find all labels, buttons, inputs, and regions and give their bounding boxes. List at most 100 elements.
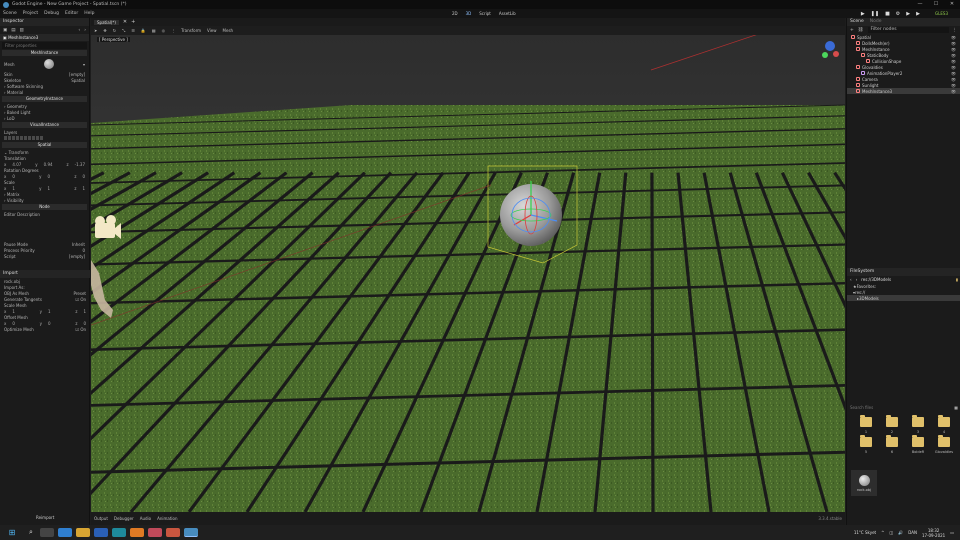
3d-viewport[interactable]: [ Perspective ] xyxy=(91,35,845,512)
renderer-label[interactable]: GLES3 xyxy=(935,11,948,16)
play-scene-icon[interactable]: ▶ xyxy=(906,11,910,17)
tab-spatial-scene[interactable]: Spatial(*) xyxy=(94,19,119,25)
tab-debugger[interactable]: Debugger xyxy=(114,516,134,521)
snap-icon[interactable]: ⋮ xyxy=(171,28,175,33)
rotate-tool-icon[interactable]: ↻ xyxy=(113,28,116,33)
file-rock-obj[interactable]: rock.obj xyxy=(851,470,877,496)
back-icon[interactable]: ‹ xyxy=(850,277,852,282)
select-tool-icon[interactable]: ➤ xyxy=(94,28,97,33)
workspace-script-button[interactable]: Script xyxy=(479,11,491,16)
perspective-label[interactable]: [ Perspective ] xyxy=(97,37,130,42)
volume-icon[interactable]: 🔊 xyxy=(898,530,903,535)
visibility-toggle-icon[interactable]: 👁 xyxy=(951,83,956,88)
maximize-button[interactable]: ☐ xyxy=(928,0,944,9)
translation-values[interactable]: x 4.07 y 0.94 z -1.37 xyxy=(0,161,89,167)
section-visibility[interactable]: › Visibility xyxy=(0,197,89,203)
mesh-property[interactable]: Mesh ▾ xyxy=(0,57,89,71)
edge-icon[interactable] xyxy=(58,528,72,537)
store-icon[interactable] xyxy=(94,528,108,537)
network-icon[interactable]: ◫ xyxy=(889,530,893,535)
menu-scene[interactable]: Scene xyxy=(0,11,20,16)
tab-inspector[interactable]: Inspector xyxy=(0,18,89,26)
inspected-object[interactable]: ▣ MeshInstance3 xyxy=(0,34,89,41)
menu-help[interactable]: Help xyxy=(81,11,97,16)
save-resource-icon[interactable]: ▥ xyxy=(20,28,24,33)
play-icon[interactable]: ▶ xyxy=(861,11,865,17)
folder-item[interactable]: 3 xyxy=(905,415,931,434)
script-property[interactable]: Script [empty] xyxy=(0,253,89,259)
tab-animation[interactable]: Animation xyxy=(157,516,177,521)
local-space-icon[interactable]: ◎ xyxy=(162,28,166,33)
visibility-toggle-icon[interactable]: 👁 xyxy=(951,47,956,52)
notifications-icon[interactable]: ▭ xyxy=(950,530,954,535)
blender-icon[interactable] xyxy=(130,528,144,537)
visibility-toggle-icon[interactable]: 👁 xyxy=(951,59,956,64)
scene-menu-icon[interactable]: ⋮ xyxy=(953,28,958,33)
rotation-values[interactable]: x 0 y 0 z 0 xyxy=(0,173,89,179)
visibility-toggle-icon[interactable]: 👁 xyxy=(951,53,956,58)
mesh-preview-sphere[interactable] xyxy=(43,59,54,69)
folder-item[interactable]: BoldeR xyxy=(905,435,931,454)
view-mode-icon[interactable]: ▦ xyxy=(954,405,958,410)
optimize-mesh-property[interactable]: Optimize Mesh ☑ On xyxy=(0,326,90,332)
pause-icon[interactable]: ❚❚ xyxy=(871,11,879,17)
folder-item[interactable]: 6 xyxy=(879,435,905,454)
viewport-scene[interactable] xyxy=(91,35,845,512)
folder-item[interactable]: GlovaIdles xyxy=(931,435,957,454)
search-files-input[interactable]: Search files xyxy=(850,405,873,410)
file-explorer-icon[interactable] xyxy=(76,528,90,537)
group-icon[interactable]: ▦ xyxy=(152,28,156,33)
menu-debug[interactable]: Debug xyxy=(41,11,62,16)
visibility-toggle-icon[interactable]: 👁 xyxy=(951,35,956,40)
clock[interactable]: 18:32 17-09-2021 xyxy=(922,528,945,538)
spatial-section[interactable]: Spatial xyxy=(2,142,87,148)
scale-values[interactable]: x 1 y 1 z 1 xyxy=(0,185,89,191)
new-resource-icon[interactable]: ▣ xyxy=(3,28,7,33)
weather-widget[interactable]: 11°C Skyet xyxy=(854,530,876,535)
filter-nodes-input[interactable]: Filter nodes xyxy=(867,27,949,33)
forward-icon[interactable]: › xyxy=(856,277,858,282)
app-icon[interactable] xyxy=(148,528,162,537)
tab-filesystem[interactable]: FileSystem xyxy=(847,268,960,276)
move-tool-icon[interactable]: ✥ xyxy=(103,28,106,33)
minimize-button[interactable]: — xyxy=(912,0,928,9)
history-forward-icon[interactable]: › xyxy=(84,28,86,33)
folder-item[interactable]: 5 xyxy=(853,435,879,454)
visibility-toggle-icon[interactable]: 👁 xyxy=(951,77,956,82)
stop-icon[interactable]: ■ xyxy=(885,11,890,17)
visibility-toggle-icon[interactable]: 👁 xyxy=(951,71,956,76)
preset-button[interactable]: Preset xyxy=(74,291,86,296)
history-back-icon[interactable]: ‹ xyxy=(78,28,80,33)
meshinstance-section[interactable]: MeshInstance xyxy=(2,50,87,56)
workspace-3d-button[interactable]: 3D xyxy=(466,11,472,16)
split-mode-icon[interactable]: ▮ xyxy=(956,277,958,282)
folder-item[interactable]: 4 xyxy=(931,415,957,434)
reimport-button[interactable]: Reimport xyxy=(36,515,54,520)
folder-item[interactable]: 1 xyxy=(853,415,879,434)
geometryinstance-section[interactable]: GeometryInstance xyxy=(2,96,87,102)
visibility-toggle-icon[interactable]: 👁 xyxy=(951,89,956,94)
tab-audio[interactable]: Audio xyxy=(140,516,151,521)
play-custom-scene-icon[interactable]: ▶ xyxy=(916,11,920,17)
visualinstance-section[interactable]: VisualInstance xyxy=(2,122,87,128)
tab-scene[interactable]: Scene xyxy=(850,19,864,25)
tab-output[interactable]: Output xyxy=(94,516,108,521)
tab-node[interactable]: Node xyxy=(870,19,882,25)
remote-debug-icon[interactable]: ⚙ xyxy=(896,11,900,17)
chrome-icon[interactable] xyxy=(166,528,180,537)
lock-icon[interactable]: 🔒 xyxy=(141,28,146,33)
scene-tree-node[interactable]: MeshInstance3 👁 xyxy=(847,88,960,94)
visibility-toggle-icon[interactable]: 👁 xyxy=(951,41,956,46)
tab-import[interactable]: Import xyxy=(0,270,90,278)
search-icon[interactable]: ⌕ xyxy=(24,528,38,537)
list-select-icon[interactable]: ☰ xyxy=(131,28,135,33)
folder-item[interactable]: 2 xyxy=(879,415,905,434)
tray-arrow-icon[interactable]: ^ xyxy=(881,530,884,535)
mesh-dropdown-icon[interactable]: ▾ xyxy=(83,62,85,67)
menu-editor[interactable]: Editor xyxy=(62,11,81,16)
menu-view[interactable]: View xyxy=(207,28,217,33)
menu-transform[interactable]: Transform xyxy=(181,28,201,33)
task-view-icon[interactable] xyxy=(40,528,54,537)
open-resource-icon[interactable]: ▤ xyxy=(11,28,15,33)
folder-3dmodels-item[interactable]: ▸ 3DModels xyxy=(847,295,960,301)
